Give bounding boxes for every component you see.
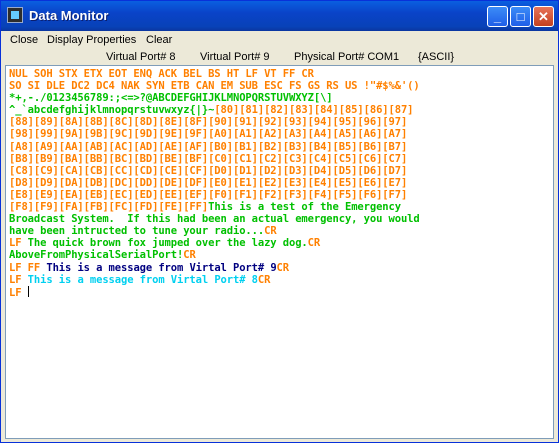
physical-port-label: Physical Port# COM1: [294, 51, 400, 63]
monitor-line: LF This is a message from Virtal Port# 8…: [9, 274, 551, 286]
monitor-text-segment: NUL SOH STX ETX EOT ENQ ACK BEL BS HT LF…: [9, 68, 314, 80]
monitor-line: LF The quick brown fox jumped over the l…: [9, 237, 551, 249]
minimize-button[interactable]: _: [487, 6, 508, 27]
text-cursor: [27, 285, 29, 297]
monitor-text-segment: This is a message from Virtal Port# 9: [46, 261, 277, 274]
monitor-text-segment: [80][81][82][83][84][85][86][87]: [214, 104, 414, 117]
data-monitor-window: Data Monitor _ □ ✕ Close Display Propert…: [0, 0, 559, 443]
monitor-line: SO SI DLE DC2 DC4 NAK SYN ETB CAN EM SUB…: [9, 80, 551, 92]
monitor-line: LF: [9, 285, 551, 298]
monitor-line: [A8][A9][AA][AB][AC][AD][AE][AF][B0][B1]…: [9, 141, 551, 153]
window-title: Data Monitor: [29, 8, 109, 23]
menu-clear[interactable]: Clear: [146, 34, 172, 46]
monitor-text-segment: [E8][E9][EA][EB][EC][ED][EE][EF][F0][F1]…: [9, 188, 408, 201]
monitor-text-segment: The quick brown fox jumped over the lazy…: [27, 237, 308, 250]
monitor-text-segment: have been intructed to tune your radio..…: [9, 225, 265, 238]
title-bar[interactable]: Data Monitor _ □ ✕: [1, 1, 558, 31]
monitor-text-segment: LF FF: [9, 261, 47, 274]
monitor-text-segment: This is a message from Virtal Port# 8: [27, 273, 258, 286]
monitor-text-segment: This is a test of the Emergency: [208, 201, 401, 214]
monitor-text-segment: ^_`abcdefghijklmnopqrstuvwxyz{|}~: [9, 104, 215, 117]
monitor-line: [88][89][8A][8B][8C][8D][8E][8F][90][91]…: [9, 116, 551, 128]
monitor-text-segment: [F8][F9][FA][FB][FC][FD][FE][FF]: [9, 201, 209, 214]
monitor-line: LF FF This is a message from Virtal Port…: [9, 262, 551, 274]
monitor-text-segment: SO SI DLE DC2 DC4 NAK SYN ETB CAN EM SUB…: [9, 80, 420, 93]
monitor-line: have been intructed to tune your radio..…: [9, 225, 551, 237]
monitor-text-segment: AboveFromPhysicalSerialPort!: [9, 249, 184, 262]
monitor-text-segment: LF: [9, 286, 28, 298]
monitor-line: ^_`abcdefghijklmnopqrstuvwxyz{|}~[80][81…: [9, 104, 551, 116]
monitor-line: NUL SOH STX ETX EOT ENQ ACK BEL BS HT LF…: [9, 68, 551, 80]
monitor-text-segment: [A8][A9][AA][AB][AC][AD][AE][AF][B0][B1]…: [9, 140, 408, 153]
monitor-text-segment: CR: [276, 261, 290, 274]
monitor-line: [F8][F9][FA][FB][FC][FD][FE][FF]This is …: [9, 201, 551, 213]
app-icon: [7, 7, 23, 23]
monitor-line: [98][99][9A][9B][9C][9D][9E][9F][A0][A1]…: [9, 128, 551, 140]
menu-close[interactable]: Close: [10, 34, 38, 46]
port-status-bar: Virtual Port# 8 Virtual Port# 9 Physical…: [1, 50, 558, 64]
monitor-text-segment: CR: [264, 225, 277, 238]
monitor-text-area[interactable]: NUL SOH STX ETX EOT ENQ ACK BEL BS HT LF…: [5, 65, 554, 439]
virtual-port-9-label: Virtual Port# 9: [200, 51, 270, 63]
menu-display-properties[interactable]: Display Properties: [47, 34, 136, 46]
monitor-text-segment: CR: [257, 273, 271, 286]
maximize-button[interactable]: □: [510, 6, 531, 27]
monitor-text-segment: [88][89][8A][8B][8C][8D][8E][8F][90][91]…: [9, 116, 408, 129]
monitor-text-segment: *+,-./0123456789:;<=>?@ABCDEFGHIJKLMNOPQ…: [9, 92, 333, 105]
monitor-text-segment: [D8][D9][DA][DB][DC][DD][DE][DF][E0][E1]…: [9, 176, 408, 189]
monitor-line: [E8][E9][EA][EB][EC][ED][EE][EF][F0][F1]…: [9, 189, 551, 201]
monitor-line: *+,-./0123456789:;<=>?@ABCDEFGHIJKLMNOPQ…: [9, 92, 551, 104]
monitor-content: NUL SOH STX ETX EOT ENQ ACK BEL BS HT LF…: [9, 68, 551, 298]
monitor-text-segment: CR: [183, 249, 196, 262]
monitor-line: [B8][B9][BA][BB][BC][BD][BE][BF][C0][C1]…: [9, 153, 551, 165]
menu-bar: Close Display Properties Clear: [1, 31, 558, 50]
mode-label: {ASCII}: [418, 51, 455, 63]
monitor-line: AboveFromPhysicalSerialPort!CR: [9, 249, 551, 261]
monitor-text-segment: LF: [9, 273, 28, 286]
monitor-text-segment: Broadcast System. If this had been an ac…: [9, 213, 420, 226]
monitor-text-segment: [C8][C9][CA][CB][CC][CD][CE][CF][D0][D1]…: [9, 164, 408, 177]
close-window-button[interactable]: ✕: [533, 6, 554, 27]
monitor-line: Broadcast System. If this had been an ac…: [9, 213, 551, 225]
virtual-port-8-label: Virtual Port# 8: [106, 51, 176, 63]
monitor-line: [C8][C9][CA][CB][CC][CD][CE][CF][D0][D1]…: [9, 165, 551, 177]
monitor-text-segment: CR: [307, 237, 321, 250]
monitor-line: [D8][D9][DA][DB][DC][DD][DE][DF][E0][E1]…: [9, 177, 551, 189]
monitor-text-segment: [98][99][9A][9B][9C][9D][9E][9F][A0][A1]…: [9, 128, 408, 141]
monitor-text-segment: [B8][B9][BA][BB][BC][BD][BE][BF][C0][C1]…: [9, 152, 408, 165]
monitor-text-segment: LF: [9, 237, 28, 250]
